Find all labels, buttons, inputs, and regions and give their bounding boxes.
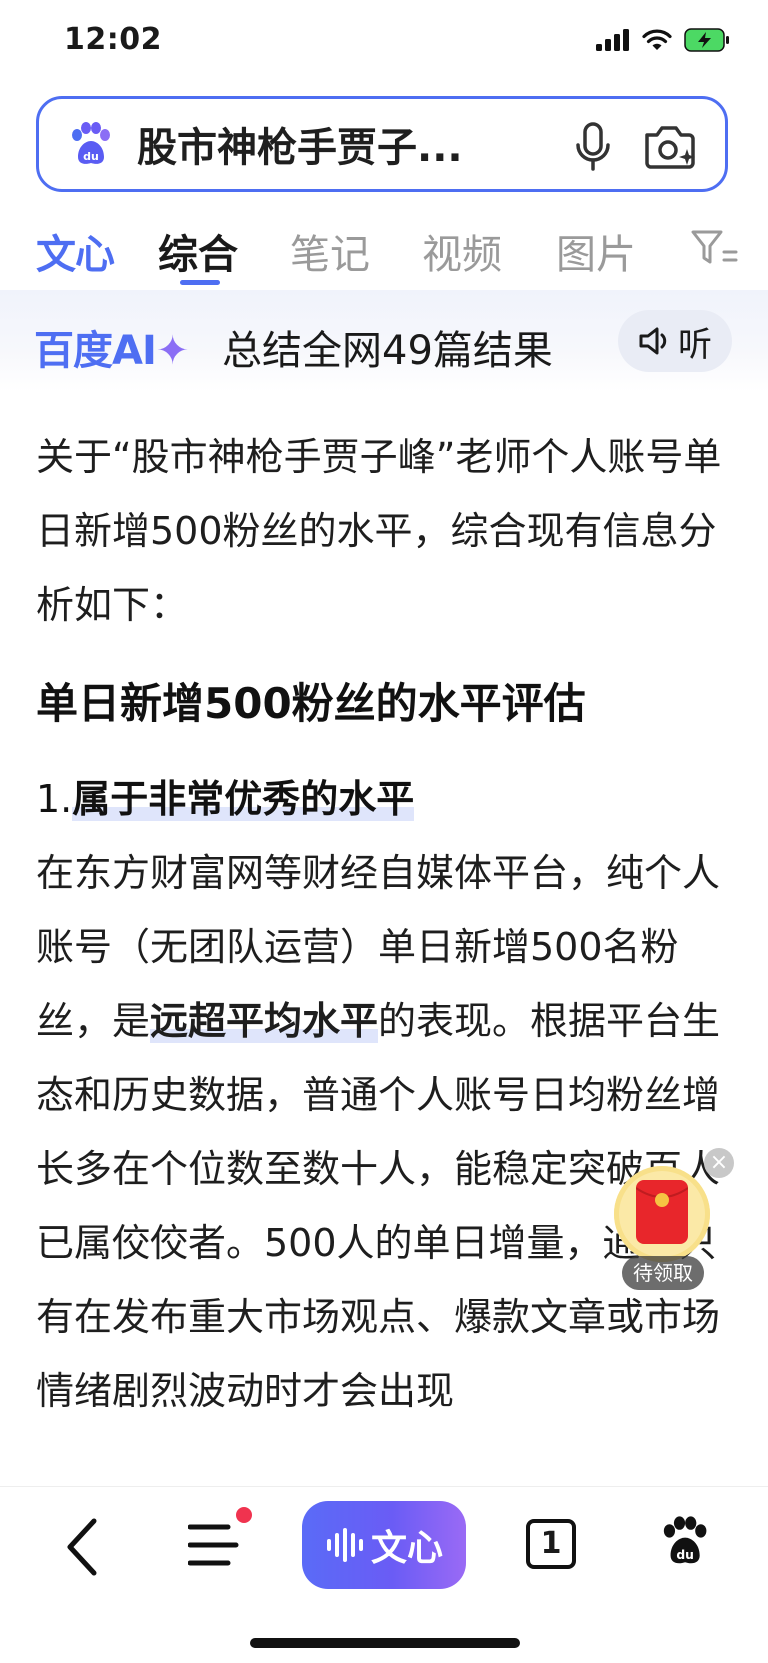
tab-notes[interactable]: 笔记 bbox=[290, 222, 370, 280]
body-paragraph: 在东方财富网等财经自媒体平台，纯个人账号（无团队运营）单日新增500名粉丝，是远… bbox=[36, 836, 736, 1428]
tab-videos[interactable]: 视频 bbox=[422, 222, 502, 280]
search-query[interactable]: 股市神枪手贾子... bbox=[137, 115, 497, 173]
cellular-signal-icon bbox=[596, 29, 629, 51]
search-tabs: 文心 综合 笔记 视频 图片 bbox=[0, 212, 768, 286]
active-tab-indicator bbox=[180, 280, 220, 285]
microphone-icon[interactable] bbox=[573, 121, 613, 173]
filter-icon[interactable] bbox=[690, 228, 738, 268]
battery-charging-icon bbox=[684, 28, 729, 52]
camera-search-icon[interactable] bbox=[641, 119, 699, 173]
list-item-heading: 1.属于非常优秀的水平 bbox=[36, 762, 736, 836]
baidu-ai-logo-text: 百度AI bbox=[34, 328, 157, 374]
red-envelope-label[interactable]: 待领取 bbox=[622, 1256, 704, 1290]
intro-paragraph: 关于“股市神枪手贾子峰”老师个人账号单日新增500粉丝的水平，综合现有信息分析如… bbox=[36, 435, 722, 627]
list-number: 1. bbox=[36, 777, 73, 821]
baidu-ai-logo: 百度AI✦ bbox=[34, 318, 190, 376]
section-heading: 单日新增500粉丝的水平评估 bbox=[36, 679, 586, 728]
search-box[interactable]: du 股市神枪手贾子... bbox=[36, 96, 728, 192]
baidu-home-icon[interactable]: du bbox=[656, 1513, 712, 1569]
status-bar: 12:02 bbox=[0, 0, 768, 86]
list-title-highlight[interactable]: 属于非常优秀的水平 bbox=[72, 777, 415, 821]
ai-summary-banner: 百度AI✦ 总结全网49篇结果 听 bbox=[0, 290, 768, 392]
listen-button[interactable]: 听 bbox=[618, 310, 732, 372]
wifi-icon bbox=[642, 29, 672, 50]
body-highlight[interactable]: 远超平均水平 bbox=[150, 999, 379, 1043]
wenxin-assistant-button[interactable]: 文心 bbox=[302, 1501, 466, 1589]
wenxin-button-label: 文心 bbox=[370, 1528, 443, 1569]
baidu-paw-logo-icon: du bbox=[72, 122, 110, 164]
speaker-icon bbox=[639, 327, 667, 355]
tab-comprehensive[interactable]: 综合 bbox=[158, 222, 238, 280]
red-envelope-float[interactable] bbox=[614, 1166, 710, 1262]
status-icons bbox=[596, 28, 730, 52]
red-envelope-icon bbox=[635, 1180, 689, 1244]
svg-text:du: du bbox=[83, 150, 99, 163]
voice-wave-icon bbox=[326, 1528, 363, 1562]
back-arrow-icon[interactable] bbox=[62, 1517, 102, 1577]
listen-label: 听 bbox=[678, 324, 712, 365]
svg-text:du: du bbox=[676, 1548, 694, 1562]
menu-icon[interactable] bbox=[188, 1521, 242, 1569]
open-tabs-count-button[interactable]: 1 bbox=[526, 1519, 576, 1569]
tab-images[interactable]: 图片 bbox=[556, 222, 636, 280]
page: 12:02 du 股市神枪手贾子... 文心 综合 笔记 视频 图片 百度AI✦… bbox=[0, 0, 768, 1663]
ai-summary-text: 总结全网49篇结果 bbox=[222, 328, 553, 374]
notification-dot bbox=[236, 1507, 252, 1523]
tab-wenxin[interactable]: 文心 bbox=[36, 222, 115, 280]
red-envelope-close-icon[interactable]: × bbox=[704, 1148, 734, 1178]
status-time: 12:02 bbox=[64, 22, 162, 57]
bottom-navigation: 文心 1 du bbox=[0, 1486, 768, 1663]
home-indicator[interactable] bbox=[250, 1638, 520, 1648]
sparkle-icon: ✦ bbox=[155, 328, 190, 374]
